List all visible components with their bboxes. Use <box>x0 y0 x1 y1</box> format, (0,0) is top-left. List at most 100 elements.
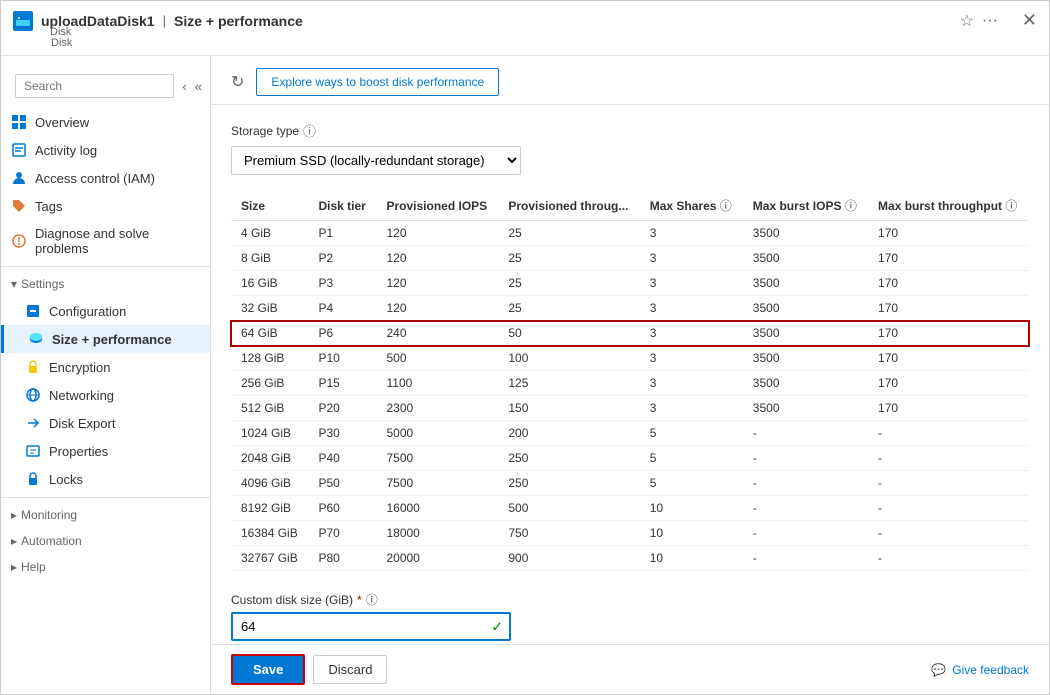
cell-size: 1024 GiB <box>231 421 308 446</box>
chevron-right-icon: ▸ <box>11 560 17 574</box>
encryption-icon <box>25 359 41 375</box>
col-header-iops: Provisioned IOPS <box>376 191 498 221</box>
cell-provisioned_iops: 18000 <box>376 521 498 546</box>
sidebar-group-automation[interactable]: ▸ Automation <box>1 528 210 554</box>
cell-provisioned_iops: 1100 <box>376 371 498 396</box>
main-layout: ‹ « Overview Activity log <box>1 56 1049 694</box>
chevron-right-icon: ▸ <box>11 508 17 522</box>
table-row[interactable]: 2048 GiBP4075002505-- <box>231 446 1029 471</box>
cell-provisioned_throughput: 150 <box>498 396 639 421</box>
table-row[interactable]: 32767 GiBP802000090010-- <box>231 546 1029 571</box>
custom-disk-size-input[interactable] <box>231 612 511 641</box>
cell-disk_tier: P50 <box>308 471 376 496</box>
cell-max_shares: 3 <box>640 321 743 346</box>
sidebar-item-activity-log[interactable]: Activity log <box>1 136 210 164</box>
cell-provisioned_throughput: 900 <box>498 546 639 571</box>
refresh-icon[interactable]: ↻ <box>231 72 244 92</box>
table-row[interactable]: 256 GiBP15110012533500170 <box>231 371 1029 396</box>
cell-max_burst_throughput: 170 <box>868 296 1029 321</box>
table-row[interactable]: 8192 GiBP601600050010-- <box>231 496 1029 521</box>
cell-provisioned_throughput: 25 <box>498 271 639 296</box>
sidebar-group-settings[interactable]: ▾ Settings <box>1 271 210 297</box>
sidebar-group-help[interactable]: ▸ Help <box>1 554 210 580</box>
cell-provisioned_iops: 2300 <box>376 396 498 421</box>
max-burst-throughput-info-icon[interactable]: ⓘ <box>1005 199 1017 213</box>
table-row[interactable]: 4096 GiBP5075002505-- <box>231 471 1029 496</box>
cell-max_burst_iops: - <box>743 496 868 521</box>
explore-button[interactable]: Explore ways to boost disk performance <box>256 68 499 96</box>
cell-provisioned_iops: 500 <box>376 346 498 371</box>
cell-provisioned_throughput: 50 <box>498 321 639 346</box>
sidebar-item-diagnose[interactable]: Diagnose and solve problems <box>1 220 210 262</box>
sidebar-item-iam[interactable]: Access control (IAM) <box>1 164 210 192</box>
col-header-size: Size <box>231 191 308 221</box>
nav-back-icon[interactable]: ‹ <box>178 75 190 98</box>
diagnose-icon <box>11 233 27 249</box>
table-row[interactable]: 16384 GiBP701800075010-- <box>231 521 1029 546</box>
sidebar-item-networking[interactable]: Networking <box>1 381 210 409</box>
cell-disk_tier: P30 <box>308 421 376 446</box>
cell-disk_tier: P6 <box>308 321 376 346</box>
sidebar-item-disk-export[interactable]: Disk Export <box>1 409 210 437</box>
cell-provisioned_throughput: 100 <box>498 346 639 371</box>
search-container <box>11 68 178 104</box>
cell-size: 256 GiB <box>231 371 308 396</box>
cell-provisioned_throughput: 200 <box>498 421 639 446</box>
sidebar-group-monitoring[interactable]: ▸ Monitoring <box>1 502 210 528</box>
cell-size: 32767 GiB <box>231 546 308 571</box>
col-header-max-burst-throughput: Max burst throughput ⓘ <box>868 191 1029 221</box>
sidebar-divider <box>1 266 210 267</box>
settings-group-label: Settings <box>21 277 64 291</box>
cell-disk_tier: P40 <box>308 446 376 471</box>
sidebar-item-tags[interactable]: Tags <box>1 192 210 220</box>
table-row[interactable]: 64 GiBP62405033500170 <box>231 321 1029 346</box>
cell-max_shares: 10 <box>640 496 743 521</box>
feedback-section[interactable]: 💬 Give feedback <box>931 663 1029 677</box>
export-icon <box>25 415 41 431</box>
cell-max_shares: 3 <box>640 396 743 421</box>
cell-max_burst_iops: - <box>743 521 868 546</box>
max-shares-info-icon[interactable]: ⓘ <box>720 199 732 213</box>
cell-max_burst_throughput: 170 <box>868 221 1029 246</box>
table-row[interactable]: 8 GiBP21202533500170 <box>231 246 1029 271</box>
close-icon[interactable]: ✕ <box>1022 10 1037 31</box>
nav-collapse-icon[interactable]: « <box>191 75 206 98</box>
app-icon <box>13 11 33 31</box>
sidebar-item-overview[interactable]: Overview <box>1 108 210 136</box>
table-row[interactable]: 128 GiBP1050010033500170 <box>231 346 1029 371</box>
sidebar-item-locks[interactable]: Locks <box>1 465 210 493</box>
discard-button[interactable]: Discard <box>313 655 387 684</box>
search-input[interactable] <box>15 74 174 98</box>
save-button[interactable]: Save <box>231 654 305 685</box>
config-icon <box>25 303 41 319</box>
custom-disk-info-icon[interactable]: ⓘ <box>366 591 378 608</box>
cell-disk_tier: P20 <box>308 396 376 421</box>
validation-check-icon: ✓ <box>491 618 503 635</box>
sidebar-top: ‹ « <box>1 64 210 108</box>
table-row[interactable]: 16 GiBP31202533500170 <box>231 271 1029 296</box>
cell-disk_tier: P3 <box>308 271 376 296</box>
size-icon <box>28 331 44 347</box>
sidebar-item-encryption[interactable]: Encryption <box>1 353 210 381</box>
max-burst-iops-info-icon[interactable]: ⓘ <box>845 199 857 213</box>
resource-type-bar: Disk <box>1 37 1049 56</box>
sidebar-item-properties[interactable]: Properties <box>1 437 210 465</box>
favorite-icon[interactable]: ☆ <box>960 11 974 31</box>
storage-type-info-icon[interactable]: ⓘ <box>303 121 316 140</box>
activity-icon <box>11 142 27 158</box>
more-icon[interactable]: ··· <box>982 12 998 30</box>
sidebar-item-configuration[interactable]: Configuration <box>1 297 210 325</box>
cell-disk_tier: P1 <box>308 221 376 246</box>
table-header-row: Size Disk tier Provisioned IOPS Provisio… <box>231 191 1029 221</box>
table-row[interactable]: 4 GiBP11202533500170 <box>231 221 1029 246</box>
cell-max_burst_iops: 3500 <box>743 246 868 271</box>
table-row[interactable]: 32 GiBP41202533500170 <box>231 296 1029 321</box>
table-row[interactable]: 1024 GiBP3050002005-- <box>231 421 1029 446</box>
page-title: Size + performance <box>174 13 303 29</box>
cell-max_burst_iops: - <box>743 446 868 471</box>
titlebar: uploadDataDisk1 | Size + performance Dis… <box>1 1 1049 41</box>
table-row[interactable]: 512 GiBP20230015033500170 <box>231 396 1029 421</box>
storage-type-select[interactable]: Premium SSD (locally-redundant storage) … <box>231 146 521 175</box>
sidebar-item-size-performance[interactable]: Size + performance <box>1 325 210 353</box>
cell-max_burst_throughput: 170 <box>868 396 1029 421</box>
